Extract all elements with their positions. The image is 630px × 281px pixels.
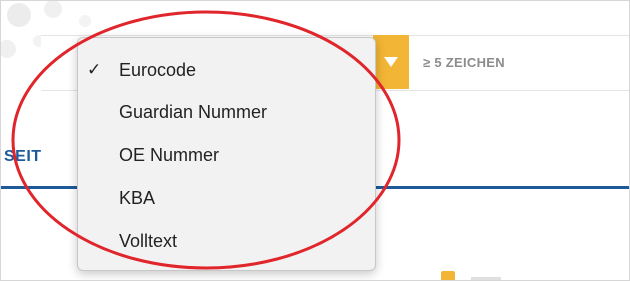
page-frame: SEIT ✓ Eurocode Guardian Nummer OE Numme… bbox=[0, 0, 630, 281]
search-type-dropdown-toggle[interactable] bbox=[373, 35, 409, 89]
checkmark-icon: ✓ bbox=[87, 60, 102, 80]
menu-item-eurocode[interactable]: ✓ Eurocode bbox=[78, 50, 375, 90]
menu-item-label: Volltext bbox=[119, 230, 178, 251]
caret-down-icon bbox=[384, 57, 398, 67]
menu-item-label: KBA bbox=[119, 187, 156, 208]
menu-item-kba[interactable]: KBA bbox=[78, 178, 375, 218]
menu-item-label: Guardian Nummer bbox=[119, 101, 268, 122]
search-type-dropdown-menu: ✓ Eurocode Guardian Nummer OE Nummer KBA… bbox=[77, 37, 376, 271]
menu-item-oe-nummer[interactable]: OE Nummer bbox=[78, 135, 375, 175]
menu-item-volltext[interactable]: Volltext bbox=[78, 221, 375, 261]
tab-partial-label[interactable]: SEIT bbox=[4, 148, 42, 166]
decorative-accent bbox=[441, 271, 455, 280]
search-input[interactable] bbox=[413, 37, 627, 87]
decorative-accent-secondary bbox=[471, 277, 501, 280]
menu-item-label: OE Nummer bbox=[119, 144, 220, 165]
menu-item-label: Eurocode bbox=[119, 59, 197, 80]
menu-item-guardian-nummer[interactable]: Guardian Nummer bbox=[78, 92, 375, 132]
